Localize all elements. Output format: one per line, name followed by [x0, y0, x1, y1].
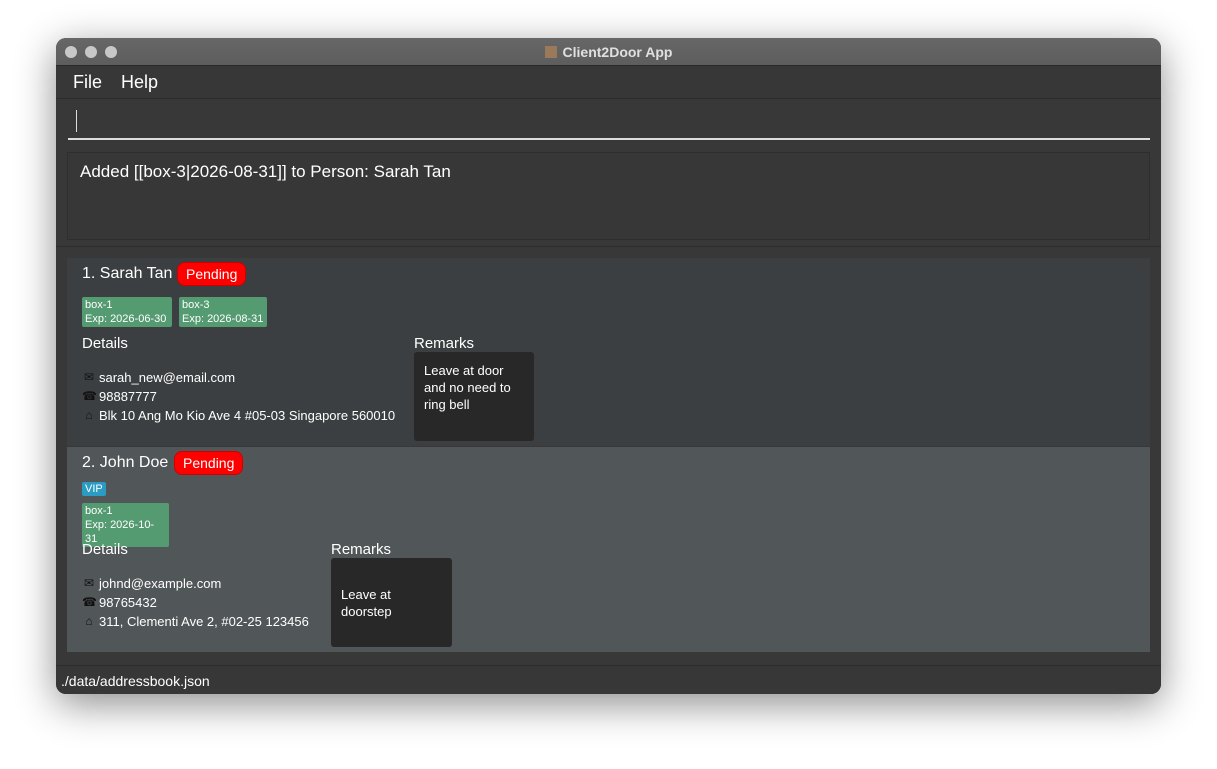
- package-tag: box-1Exp: 2026-06-30: [82, 297, 172, 327]
- person-list[interactable]: 1. Sarah Tan Pending box-1Exp: 2026-06-3…: [56, 247, 1161, 665]
- remarks-label: Remarks: [414, 335, 474, 352]
- menu-help[interactable]: Help: [121, 72, 158, 93]
- package-box: box-1: [85, 504, 166, 518]
- text-caret: [76, 110, 77, 132]
- package-box: box-1: [85, 298, 169, 312]
- phone-icon: ☎: [82, 387, 96, 406]
- details-label: Details: [82, 541, 128, 558]
- package-exp: Exp: 2026-06-30: [85, 312, 169, 326]
- email: johnd@example.com: [99, 574, 221, 593]
- package-box: box-3: [182, 298, 264, 312]
- email-icon: ✉: [82, 368, 96, 387]
- command-box: [56, 99, 1161, 141]
- person-card[interactable]: 1. Sarah Tan Pending box-1Exp: 2026-06-3…: [67, 258, 1150, 446]
- menu-file[interactable]: File: [73, 72, 102, 93]
- title-bar: Client2Door App: [56, 38, 1161, 66]
- home-icon: ⌂: [82, 612, 96, 631]
- remarks-label: Remarks: [331, 541, 391, 558]
- person-card[interactable]: 2. John Doe Pending VIP box-1Exp: 2026-1…: [67, 447, 1150, 652]
- result-display: Added [[box-3|2026-08-31]] to Person: Sa…: [67, 152, 1150, 240]
- command-input[interactable]: [68, 103, 1150, 140]
- phone: 98765432: [99, 593, 157, 612]
- window-title-text: Client2Door App: [563, 44, 673, 60]
- remarks-box: Leave at doorstep: [331, 558, 452, 647]
- address: Blk 10 Ang Mo Kio Ave 4 #05-03 Singapore…: [99, 406, 395, 425]
- address: 311, Clementi Ave 2, #02-25 123456: [99, 612, 309, 631]
- details: ✉sarah_new@email.com ☎98887777 ⌂Blk 10 A…: [82, 368, 395, 425]
- remarks-box: Leave at door and no need to ring bell: [414, 352, 534, 441]
- app-icon: [545, 46, 557, 58]
- status-bar: ./data/addressbook.json: [56, 665, 1161, 694]
- details-label: Details: [82, 335, 128, 352]
- email: sarah_new@email.com: [99, 368, 235, 387]
- phone: 98887777: [99, 387, 157, 406]
- vip-tag: VIP: [82, 482, 106, 496]
- status-badge: Pending: [177, 262, 246, 286]
- status-badge: Pending: [174, 451, 243, 475]
- app-window: Client2Door App File Help Added [[box-3|…: [56, 38, 1161, 694]
- window-title: Client2Door App: [56, 44, 1161, 60]
- person-name: 2. John Doe: [82, 454, 168, 472]
- package-tag: box-3Exp: 2026-08-31: [179, 297, 267, 327]
- menu-bar: File Help: [56, 66, 1161, 99]
- phone-icon: ☎: [82, 593, 96, 612]
- home-icon: ⌂: [82, 406, 96, 425]
- person-name: 1. Sarah Tan: [82, 265, 172, 283]
- package-exp: Exp: 2026-08-31: [182, 312, 264, 326]
- email-icon: ✉: [82, 574, 96, 593]
- details: ✉johnd@example.com ☎98765432 ⌂311, Cleme…: [82, 574, 309, 631]
